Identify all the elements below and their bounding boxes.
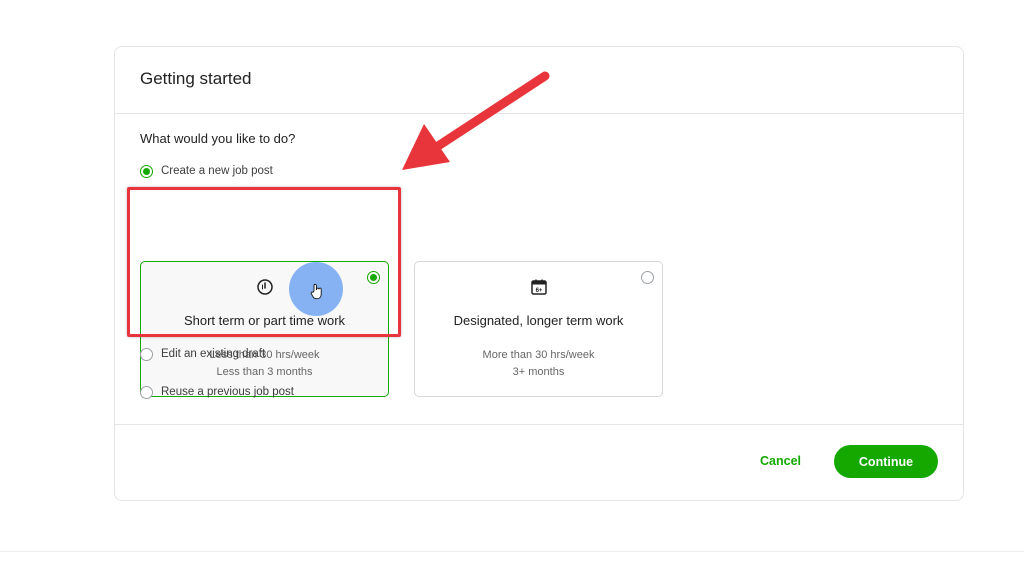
card-long-term[interactable]: 6+ Designated, longer term work More tha… <box>414 261 663 397</box>
continue-button[interactable]: Continue <box>834 445 938 478</box>
option-create-new-label: Create a new job post <box>161 165 273 177</box>
modal-footer: Cancel Continue <box>115 424 963 500</box>
hand-cursor-icon <box>310 283 322 300</box>
option-reuse-previous[interactable]: Reuse a previous job post <box>140 384 294 400</box>
card-short-term-duration: Less than 3 months <box>216 366 313 378</box>
calendar-badge: 6+ <box>535 288 542 294</box>
cancel-button[interactable]: Cancel <box>760 454 801 468</box>
calendar-icon: 6+ <box>530 278 548 296</box>
question-label: What would you like to do? <box>140 131 296 146</box>
card-long-term-hours: More than 30 hrs/week <box>482 349 595 361</box>
radio-edit-draft[interactable] <box>140 347 153 361</box>
option-edit-draft[interactable]: Edit an existing draft <box>140 346 265 362</box>
annotation-highlight-box <box>127 187 401 337</box>
modal-header: Getting started <box>115 47 963 114</box>
option-edit-draft-label: Edit an existing draft <box>161 348 266 360</box>
radio-create-new[interactable] <box>140 164 153 178</box>
radio-reuse-previous[interactable] <box>140 385 153 399</box>
card-long-term-duration: 3+ months <box>512 366 565 378</box>
modal-title: Getting started <box>140 69 252 88</box>
page-divider <box>0 551 1024 552</box>
option-reuse-previous-label: Reuse a previous job post <box>161 386 294 398</box>
radio-long-term[interactable] <box>641 271 654 284</box>
card-long-term-title: Designated, longer term work <box>453 313 624 328</box>
option-create-new[interactable]: Create a new job post <box>140 163 938 179</box>
